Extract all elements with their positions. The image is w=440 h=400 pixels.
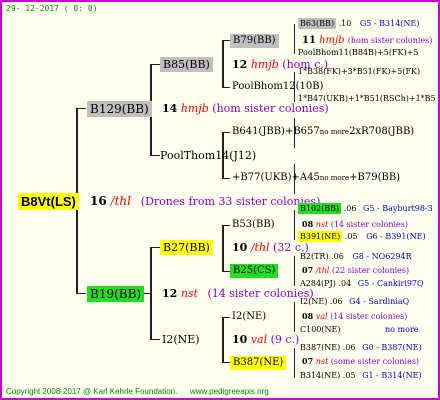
dam-b19[interactable]: B19(BB) <box>87 286 145 302</box>
root-queen[interactable]: B8Vt(LS) <box>18 193 79 210</box>
gen3-3-year: 10 val (9 c.) <box>232 333 300 346</box>
gen5-row[interactable]: I2(NE) .06 G4 - SardiniaQ <box>300 298 409 306</box>
gen5-sub: 07 /thl (22 sister colonies) <box>302 265 410 275</box>
connector <box>76 293 86 294</box>
sire-b129[interactable]: B129(BB) <box>87 101 152 117</box>
gen4-i2ne[interactable]: I2(NE) <box>232 312 266 322</box>
connector <box>222 362 230 363</box>
gen5-sub: 07 nst (some sister colonies) <box>302 356 420 366</box>
gen5-row[interactable]: PoolBhom11(B84B)+5(FK)+5 <box>298 49 418 57</box>
gen5-row[interactable]: 1*B38(FK)+3*B51(FK)+5(FK) <box>298 68 420 76</box>
gen5-sub: 08 val (14 sister colonies) <box>302 311 408 321</box>
connector <box>150 155 160 156</box>
gen5-sub: 08 nst (14 sister colonies) <box>302 219 408 229</box>
footer-copyright: Copyright 2008-2017 @ Karl Kehrle Founda… <box>6 387 178 396</box>
connector <box>222 132 230 133</box>
gen4-b79[interactable]: B79(BB) <box>230 34 279 48</box>
gen4-b53[interactable]: B53(BB) <box>232 220 275 230</box>
connector <box>294 256 295 286</box>
header-date: 29- 12-2017 ( 0: 0) <box>6 4 98 13</box>
gen3-poolthom[interactable]: PoolThom14(J12) <box>160 150 256 161</box>
connector <box>76 108 86 109</box>
connector <box>222 40 230 41</box>
connector <box>144 293 152 294</box>
connector <box>222 178 230 179</box>
gen5-row[interactable]: 1*B47(UKB)+1*B51(RSCh)+1*B5 <box>298 95 436 103</box>
connector <box>222 317 230 318</box>
connector <box>222 271 230 272</box>
connector <box>222 225 230 226</box>
gen5-row[interactable]: B314(NE) .05 G1 - B314(NE) <box>300 372 422 380</box>
gen3-2-year: 10 /thl (32 c.) <box>232 241 309 254</box>
gen5-row[interactable]: B102(BB) .06 G5 - Bayburt98-3 <box>298 203 433 214</box>
pedigree-canvas: 29- 12-2017 ( 0: 0) Copyright 2008-2017 … <box>0 0 440 400</box>
gen4-b387[interactable]: B387(NE) <box>230 356 287 370</box>
gen5-row[interactable]: B63(BB) .10 G5 - B314(NE) <box>298 18 419 29</box>
connector <box>222 225 224 272</box>
gen4-b25[interactable]: B25(CS) <box>230 264 279 278</box>
gen3-b85[interactable]: B85(BB) <box>160 57 213 72</box>
gen5-row[interactable]: B2(TR) .06 G8 - NO6294R <box>300 253 412 261</box>
gen5-row[interactable]: B387(NE) .06 G0 - B387(NE) <box>300 344 422 352</box>
gen5-row[interactable]: B391(NE) .05 G6 - B391(NE) <box>298 231 426 242</box>
gen2-upper-year: 14 hmjb (hom sister colonies) <box>162 102 329 115</box>
connector <box>294 210 295 240</box>
gen2-lower-year: 12 nst (14 sister colonies) <box>162 287 314 300</box>
connector <box>150 64 160 65</box>
connector <box>222 87 230 88</box>
gen4-b77[interactable]: +B77(UKB)+A45no more+B79(BB) <box>232 173 400 183</box>
gen5-row[interactable]: C100(NE) no more <box>300 326 419 334</box>
connector <box>294 348 295 378</box>
footer-link[interactable]: www.pedigreeapis.org <box>190 388 269 396</box>
connector <box>150 247 160 248</box>
connector <box>294 24 295 54</box>
gen3-i2[interactable]: I2(NE) <box>162 334 200 345</box>
root-year: 16 /thl (Drones from 33 sister colonies) <box>90 194 321 208</box>
gen4-poolbhom[interactable]: PoolBhom12(10B) <box>232 82 323 92</box>
gen5-row[interactable]: A284(PJ) .04 G5 - Cankiri97Q <box>300 280 424 288</box>
gen3-b27[interactable]: B27(BB) <box>160 240 213 255</box>
connector <box>150 339 160 340</box>
connector <box>222 40 224 88</box>
connector <box>222 317 224 363</box>
connector <box>294 302 295 332</box>
gen4-b641[interactable]: B641(JBB)+B657no more2xR708(JBB) <box>232 127 414 137</box>
gen4-0-year: 11 hmjb (hom sister colonies) <box>302 35 433 46</box>
